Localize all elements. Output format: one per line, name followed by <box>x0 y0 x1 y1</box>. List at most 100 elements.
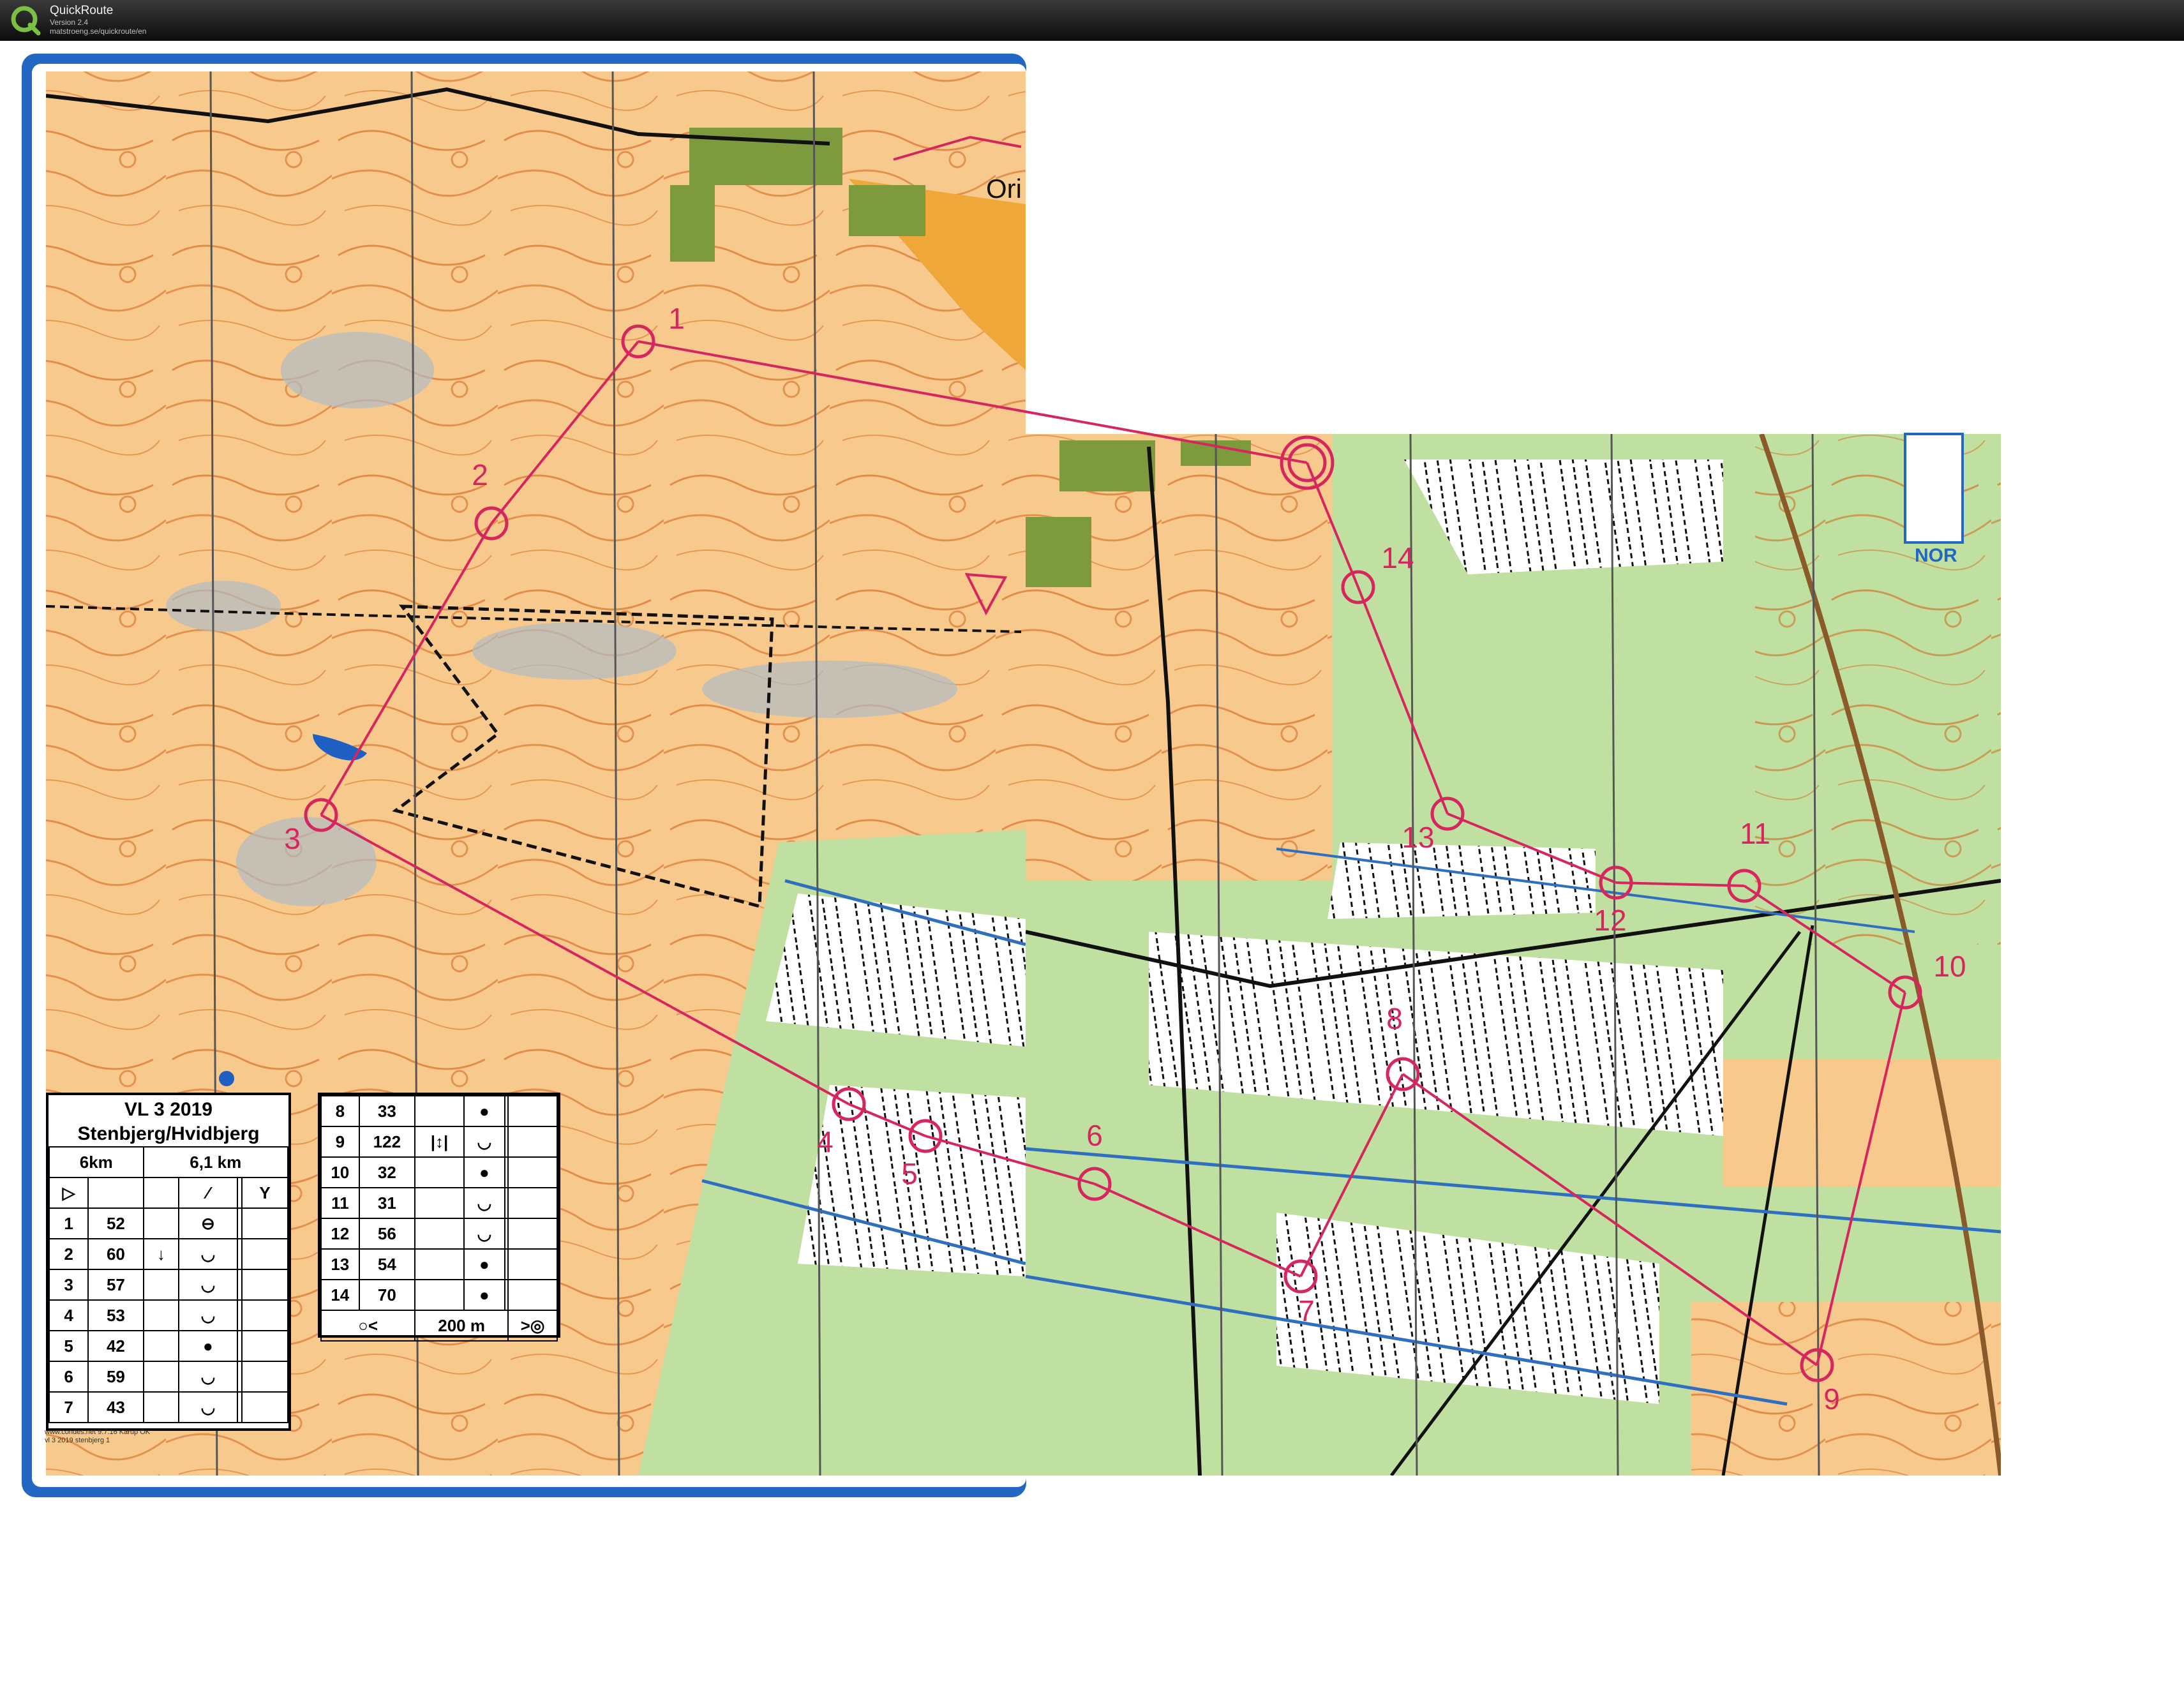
control-num: 4 <box>48 1299 89 1331</box>
control-number: 8 <box>1386 1002 1403 1035</box>
diagonal-icon: ⁄ <box>178 1177 238 1209</box>
legend-left-table: 6km 6,1 km ▷ ⁄ Y 1 52 ⊖ 2 60 ↓ ◡ 3 57 ◡ 4 53 ◡ 5 42 ● 6 5… <box>48 1146 289 1423</box>
control-code: 42 <box>87 1330 144 1362</box>
direction-symbol <box>142 1361 180 1393</box>
legend-left: VL 3 2019 Stenbjerg/Hvidbjerg 6km 6,1 km… <box>46 1093 291 1431</box>
legend-row: 10 32 ● <box>320 1156 558 1188</box>
control-code: 33 <box>358 1095 416 1127</box>
control-code: 32 <box>358 1156 416 1188</box>
legend-row: 1 52 ⊖ <box>48 1207 288 1239</box>
control-code: 60 <box>87 1238 144 1270</box>
orienteering-map[interactable]: Ori NOR 1234567891011121314 <box>0 0 2184 1697</box>
map-right-sheet: NOR <box>1026 433 2001 1476</box>
control-code: 52 <box>87 1207 144 1239</box>
legend-row: 11 31 ◡ <box>320 1187 558 1219</box>
empty-cell <box>236 1299 243 1331</box>
direction-symbol <box>414 1279 465 1311</box>
empty-cell <box>241 1361 288 1393</box>
control-number: 7 <box>1298 1294 1315 1327</box>
feature-symbol: ● <box>463 1279 505 1311</box>
feature-symbol: ◡ <box>178 1269 238 1301</box>
control-number: 13 <box>1402 821 1434 854</box>
legend-row: 13 54 ● <box>320 1248 558 1280</box>
control-number: 9 <box>1823 1382 1840 1416</box>
legend-row: 2 60 ↓ ◡ <box>48 1238 288 1270</box>
direction-symbol <box>142 1299 180 1331</box>
junction-icon: Y <box>241 1177 288 1209</box>
empty-cell <box>241 1207 288 1239</box>
direction-symbol <box>142 1269 180 1301</box>
empty-cell <box>236 1269 243 1301</box>
empty-cell <box>236 1361 243 1393</box>
control-num: 1 <box>48 1207 89 1239</box>
feature-symbol: ◡ <box>463 1187 505 1219</box>
control-num: 9 <box>320 1126 360 1158</box>
feature-symbol: ◡ <box>178 1361 238 1393</box>
empty-cell <box>241 1238 288 1270</box>
legend-credit-line-2: vl 3 2019 stenbjerg 1 <box>45 1437 110 1444</box>
empty-cell <box>236 1391 243 1423</box>
direction-symbol <box>414 1248 465 1280</box>
finish-distance: 200 m <box>414 1310 509 1342</box>
legend-row: 14 70 ● <box>320 1279 558 1311</box>
empty-cell <box>507 1279 558 1311</box>
control-number: 2 <box>472 458 488 491</box>
control-code: 122 <box>358 1126 416 1158</box>
control-number: 14 <box>1381 541 1414 574</box>
legend-length: 6,1 km <box>142 1146 289 1178</box>
control-num: 12 <box>320 1218 360 1250</box>
control-num: 3 <box>48 1269 89 1301</box>
legend-right: 8 33 ● 9 122 |↕| ◡ 10 32 ● 11 31 ◡ 12 56 ◡ 13 54 ● 14 70 ● ○<… <box>318 1093 560 1342</box>
empty-cell <box>507 1126 558 1158</box>
control-code: 56 <box>358 1218 416 1250</box>
direction-symbol <box>414 1218 465 1250</box>
legend-row: 8 33 ● <box>320 1095 558 1127</box>
control-code: 70 <box>358 1279 416 1311</box>
empty-cell <box>241 1391 288 1423</box>
direction-symbol <box>142 1207 180 1239</box>
finish-circle-icon: ○< <box>320 1310 416 1342</box>
feature-symbol: ● <box>463 1095 505 1127</box>
direction-symbol: |↕| <box>414 1126 465 1158</box>
control-code: 43 <box>87 1391 144 1423</box>
control-num: 2 <box>48 1238 89 1270</box>
legend-course: 6km <box>49 1146 144 1178</box>
control-num: 6 <box>48 1361 89 1393</box>
legend-right-rows: 8 33 ● 9 122 |↕| ◡ 10 32 ● 11 31 ◡ 12 56 ◡ 13 54 ● 14 70 ● <box>320 1095 558 1311</box>
legend-row: 4 53 ◡ <box>48 1299 288 1331</box>
control-number: 3 <box>284 822 301 855</box>
control-code: 59 <box>87 1361 144 1393</box>
control-code: 54 <box>358 1248 416 1280</box>
legend-row: 9 122 |↕| ◡ <box>320 1126 558 1158</box>
empty-cell <box>507 1248 558 1280</box>
empty-cell <box>241 1269 288 1301</box>
direction-symbol <box>414 1187 465 1219</box>
feature-symbol: ● <box>178 1330 238 1362</box>
control-code: 31 <box>358 1187 416 1219</box>
empty-cell <box>236 1330 243 1362</box>
legend-left-rows: 1 52 ⊖ 2 60 ↓ ◡ 3 57 ◡ 4 53 ◡ 5 42 ● 6 59 ◡ 7 43 ◡ <box>48 1207 288 1423</box>
map-header-text: Ori <box>986 174 1022 204</box>
feature-symbol: ◡ <box>178 1238 238 1270</box>
control-num: 11 <box>320 1187 360 1219</box>
legend-row: 12 56 ◡ <box>320 1218 558 1250</box>
feature-symbol: ⊖ <box>178 1207 238 1239</box>
control-num: 5 <box>48 1330 89 1362</box>
legend-area: Stenbjerg/Hvidbjerg <box>77 1123 260 1144</box>
direction-symbol: ↓ <box>142 1238 180 1270</box>
legend-credit: www.condes.net 9.7.16 Karup OK vl 3 2019… <box>45 1428 150 1445</box>
control-number: 6 <box>1086 1119 1103 1152</box>
legend-right-table: 8 33 ● 9 122 |↕| ◡ 10 32 ● 11 31 ◡ 12 56 ◡ 13 54 ● 14 70 ● ○<… <box>320 1095 558 1342</box>
control-num: 13 <box>320 1248 360 1280</box>
feature-symbol: ◡ <box>463 1126 505 1158</box>
feature-symbol: ◡ <box>463 1218 505 1250</box>
empty-cell <box>236 1238 243 1270</box>
control-num: 14 <box>320 1279 360 1311</box>
empty-cell <box>236 1207 243 1239</box>
direction-symbol <box>414 1095 465 1127</box>
empty-cell <box>507 1095 558 1127</box>
legend-credit-line-1: www.condes.net 9.7.16 Karup OK <box>45 1428 151 1436</box>
control-number: 4 <box>817 1125 834 1158</box>
empty-cell <box>507 1218 558 1250</box>
empty-cell <box>241 1299 288 1331</box>
